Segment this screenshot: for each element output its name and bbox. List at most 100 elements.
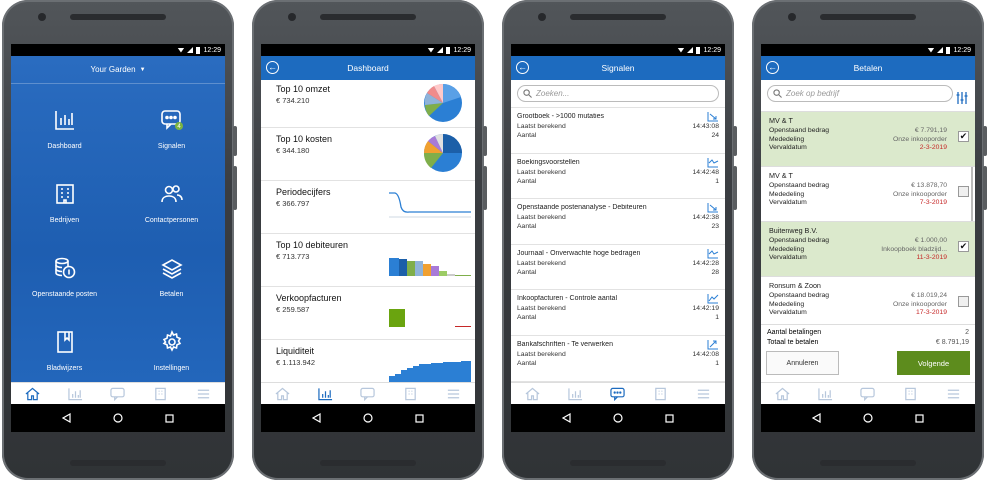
- amount-label: Openstaand bedrag: [769, 127, 830, 134]
- payment-checkbox[interactable]: ✔: [958, 131, 969, 142]
- signal-item[interactable]: Inkoopfacturen - Controle aantal Laatst …: [511, 290, 725, 336]
- speaker: [70, 460, 166, 466]
- signal-item[interactable]: Journaal - Onverwachte hoge bedragen Laa…: [511, 245, 725, 291]
- filter-sliders-icon[interactable]: [955, 91, 969, 105]
- tab-home[interactable]: [22, 386, 42, 402]
- signal-list: Grootboek - >1000 mutaties Laatst bereke…: [511, 107, 725, 382]
- tab-dashboard[interactable]: [315, 386, 335, 402]
- signal-item[interactable]: Boekingsvoorstellen Laatst berekend 14:42…: [511, 154, 725, 200]
- tile-dashboard[interactable]: Dashboard: [11, 92, 118, 166]
- tab-bedrijven[interactable]: [151, 386, 171, 402]
- bar-chart-icon: [818, 387, 832, 400]
- tab-dashboard[interactable]: [565, 386, 585, 402]
- signal-calc-label: Laatst berekend: [517, 350, 566, 358]
- tab-signalen[interactable]: [858, 386, 878, 402]
- tile-betalen[interactable]: Betalen: [118, 240, 225, 314]
- trend-down-icon: [707, 112, 718, 122]
- home-circle-icon[interactable]: [613, 413, 623, 423]
- building-icon: [905, 387, 917, 400]
- amount-label: Openstaand bedrag: [769, 182, 830, 189]
- payment-checkbox[interactable]: ✔: [958, 241, 969, 252]
- dashboard-item-top10-debiteuren[interactable]: Top 10 debiteuren € 713.773: [261, 234, 475, 287]
- payment-checkbox[interactable]: [958, 296, 969, 307]
- tab-signalen[interactable]: [608, 386, 628, 402]
- signal-item[interactable]: Bankafschriften - Te verwerken Laatst be…: [511, 336, 725, 382]
- back-triangle-icon[interactable]: [562, 413, 571, 423]
- payment-item[interactable]: Buitenweg B.V. Openstaand bedrag € 1.000,…: [761, 222, 975, 277]
- recents-square-icon[interactable]: [915, 413, 924, 423]
- tab-bedrijven[interactable]: [901, 386, 921, 402]
- tile-instellingen[interactable]: Instellingen: [118, 314, 225, 388]
- bar-chart-icon: [318, 387, 332, 400]
- tile-bedrijven[interactable]: Bedrijven: [11, 166, 118, 240]
- tab-menu[interactable]: [444, 386, 464, 402]
- gear-icon: [162, 330, 181, 352]
- back-arrow-icon[interactable]: ←: [266, 61, 279, 74]
- tab-bedrijven[interactable]: [401, 386, 421, 402]
- camera: [38, 13, 46, 21]
- tab-menu[interactable]: [944, 386, 964, 402]
- tile-contactpersonen[interactable]: Contactpersonen: [118, 166, 225, 240]
- home-circle-icon[interactable]: [113, 413, 123, 423]
- home-circle-icon[interactable]: [863, 413, 873, 423]
- signal-count: 28: [711, 268, 719, 276]
- bar-chart-thumbnail: [389, 309, 471, 327]
- tab-home[interactable]: [522, 386, 542, 402]
- page-title: Signalen: [601, 63, 635, 73]
- company-search-input[interactable]: Zoek op bedrijf: [767, 85, 953, 102]
- dashboard-screen: 12:29 ← Dashboard Top 10 omzet € 734.210 …: [261, 44, 475, 432]
- due-value: 7-3-2019: [919, 199, 947, 206]
- recents-square-icon[interactable]: [165, 413, 174, 423]
- tile-signalen[interactable]: 4 Signalen: [118, 92, 225, 166]
- page-title: Betalen: [853, 63, 883, 73]
- tile-bladwijzers[interactable]: Bladwijzers: [11, 314, 118, 388]
- tab-dashboard[interactable]: [815, 386, 835, 402]
- dashboard-item-top10-kosten[interactable]: Top 10 kosten € 344.180: [261, 128, 475, 181]
- status-time: 12:29: [203, 46, 221, 54]
- signal-count: 1: [715, 314, 719, 322]
- org-selector[interactable]: Your Garden ▼: [11, 56, 225, 84]
- tab-signalen[interactable]: [108, 386, 128, 402]
- home-circle-icon[interactable]: [363, 413, 373, 423]
- tab-home[interactable]: [272, 386, 292, 402]
- signal-item[interactable]: Grootboek - >1000 mutaties Laatst bereke…: [511, 108, 725, 154]
- recents-square-icon[interactable]: [415, 413, 424, 423]
- back-arrow-icon[interactable]: ←: [766, 61, 779, 74]
- signal-count: 1: [715, 359, 719, 367]
- tile-openstaande-posten[interactable]: Openstaande posten: [11, 240, 118, 314]
- signal-count-label: Aantal: [517, 132, 537, 139]
- back-triangle-icon[interactable]: [312, 413, 321, 423]
- due-value: 2-3-2019: [919, 144, 947, 151]
- tab-bedrijven[interactable]: [651, 386, 671, 402]
- search-input[interactable]: Zoeken...: [517, 85, 719, 102]
- tab-home[interactable]: [772, 386, 792, 402]
- dashboard-item-periodecijfers[interactable]: Periodecijfers € 366.797: [261, 181, 475, 234]
- payment-item[interactable]: MV & T Openstaand bedrag € 13.878,70 Mede…: [761, 167, 975, 222]
- back-triangle-icon[interactable]: [812, 413, 821, 423]
- tile-label: Signalen: [157, 143, 186, 150]
- money-stack-icon: [160, 259, 183, 279]
- payment-item[interactable]: MV & T Openstaand bedrag € 7.791,19 Meded…: [761, 112, 975, 167]
- betalen-screen: 12:29 ← Betalen Zoek op bedrijf MV & T Op…: [761, 44, 975, 432]
- tab-menu[interactable]: [194, 386, 214, 402]
- tile-label: Contactpersonen: [144, 217, 199, 224]
- signal-title: Inkoopfacturen - Controle aantal: [517, 295, 618, 303]
- hamburger-menu-icon: [447, 389, 460, 398]
- amount-value: € 1.000,00: [914, 237, 947, 244]
- trend-up-icon: [707, 294, 719, 304]
- tab-signalen[interactable]: [358, 386, 378, 402]
- next-button[interactable]: Volgende: [897, 351, 970, 375]
- signal-item[interactable]: Openstaande postenanalyse - Debiteuren L…: [511, 199, 725, 245]
- back-arrow-icon[interactable]: ←: [516, 61, 529, 74]
- tab-menu[interactable]: [694, 386, 714, 402]
- tab-dashboard[interactable]: [65, 386, 85, 402]
- cancel-button[interactable]: Annuleren: [766, 351, 839, 375]
- home-icon: [25, 387, 40, 400]
- dashboard-item-verkoopfacturen[interactable]: Verkoopfacturen € 259.587: [261, 287, 475, 340]
- back-triangle-icon[interactable]: [62, 413, 71, 423]
- due-value: 17-3-2019: [916, 309, 947, 316]
- payment-checkbox[interactable]: [958, 186, 969, 197]
- recents-square-icon[interactable]: [665, 413, 674, 423]
- app-bar: ← Dashboard: [261, 56, 475, 80]
- dashboard-item-top10-omzet[interactable]: Top 10 omzet € 734.210: [261, 80, 475, 128]
